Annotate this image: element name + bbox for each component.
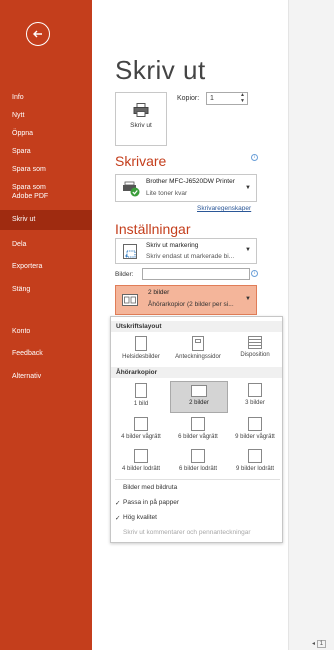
sidebar-item-share[interactable]: Dela [0, 240, 92, 249]
option-2-slides[interactable]: 2 bilder [170, 381, 228, 413]
option-9-slides-vertical[interactable]: 9 bilder lodrätt [227, 447, 283, 477]
divider [115, 479, 280, 480]
option-label: 2 bilder [189, 400, 209, 406]
six-slides-horizontal-icon [191, 417, 205, 431]
info-icon[interactable]: i [251, 270, 258, 277]
four-slides-vertical-icon [134, 449, 148, 463]
notes-page-icon [192, 336, 204, 351]
print-button[interactable]: Skriv ut [115, 92, 167, 146]
option-full-page-slides[interactable]: Helsidesbilder [113, 336, 169, 366]
layout-header: Utskriftslayout [111, 321, 282, 332]
print-button-label: Skriv ut [130, 122, 152, 129]
layout-dropdown[interactable]: 2 bilder Åhörarkopior (2 bilder per si..… [115, 285, 257, 315]
checkmark-icon: ✓ [115, 515, 121, 522]
option-label: Passa in på papper [123, 499, 180, 506]
option-9-slides-horizontal[interactable]: 9 bilder vågrätt [227, 415, 283, 445]
printer-ready-icon [123, 181, 140, 197]
outline-icon [248, 336, 262, 349]
option-label: 4 bilder vågrätt [121, 434, 161, 440]
option-label: Skriv ut kommentarer och pennanteckninga… [123, 529, 251, 536]
option-6-slides-vertical[interactable]: 6 bilder lodrätt [169, 447, 227, 477]
sidebar-item-info[interactable]: Info [0, 93, 92, 102]
option-notes-pages[interactable]: Anteckningssidor [169, 336, 227, 366]
printer-icon [133, 103, 149, 117]
four-slides-horizontal-icon [134, 417, 148, 431]
chevron-down-icon: ▼ [245, 185, 251, 191]
range-desc: Skriv endast ut markerade bi... [146, 253, 235, 260]
option-label: 1 bild [133, 401, 149, 407]
copies-stepper[interactable]: 1 ▲ ▼ [206, 92, 248, 105]
sidebar-item-open[interactable]: Öppna [0, 129, 92, 138]
layout-title: 2 bilder [148, 289, 170, 296]
option-print-comments: Skriv ut kommentarer och pennanteckninga… [123, 529, 251, 536]
option-label: Bilder med bildruta [123, 484, 178, 491]
range-title: Skriv ut markering [146, 242, 199, 249]
option-label: Disposition [240, 352, 270, 358]
sidebar-item-save-as-pdf[interactable]: Spara som Adobe PDF [0, 183, 92, 201]
option-6-slides-horizontal[interactable]: 6 bilder vågrätt [169, 415, 227, 445]
option-label: 3 bilder [245, 400, 265, 406]
option-label: 4 bilder lodrätt [121, 466, 161, 472]
nine-slides-horizontal-icon [248, 417, 262, 431]
option-3-slides[interactable]: 3 bilder [227, 381, 283, 411]
layout-desc: Åhörarkopior (2 bilder per si... [148, 301, 234, 308]
printer-dropdown[interactable]: Brother MFC-J6520DW Printer Lite toner k… [115, 174, 257, 202]
page-number-input[interactable]: 1 [316, 640, 327, 648]
checkmark-icon: ✓ [115, 500, 121, 507]
option-1-slide[interactable]: 1 bild [113, 381, 169, 411]
sidebar-item-options[interactable]: Alternativ [0, 372, 92, 381]
page-title: Skriv ut [115, 55, 206, 85]
chevron-down-icon: ▼ [245, 247, 251, 253]
print-range-dropdown[interactable]: Skriv ut markering Skriv endast ut marke… [115, 238, 257, 264]
full-page-slide-icon [135, 336, 147, 351]
two-slides-icon [191, 385, 207, 397]
backstage-sidebar: Info Nytt Öppna Spara Spara som Spara so… [0, 0, 92, 650]
option-scale-to-paper[interactable]: ✓ Passa in på papper [115, 499, 180, 507]
printer-section-title: Skrivare [115, 153, 167, 169]
sidebar-item-close[interactable]: Stäng [0, 285, 92, 294]
option-label: 6 bilder vågrätt [178, 434, 218, 440]
two-slides-icon [122, 294, 138, 306]
one-slide-icon [135, 383, 147, 398]
sidebar-item-account[interactable]: Konto [0, 327, 92, 336]
handouts-header: Åhörarkopior [111, 367, 282, 378]
three-slides-icon [248, 383, 262, 397]
printer-status: Lite toner kvar [146, 190, 188, 197]
option-label: Hög kvalitet [123, 514, 157, 521]
option-frame-slides[interactable]: Bilder med bildruta [123, 484, 177, 491]
option-high-quality[interactable]: ✓ Hög kvalitet [115, 514, 157, 522]
printer-name: Brother MFC-J6520DW Printer [146, 178, 235, 185]
sidebar-item-export[interactable]: Exportera [0, 262, 92, 271]
sidebar-item-feedback[interactable]: Feedback [0, 349, 92, 358]
option-outline[interactable]: Disposition [227, 336, 283, 366]
sidebar-item-new[interactable]: Nytt [0, 111, 92, 120]
option-label: 9 bilder vågrätt [235, 434, 275, 440]
spin-arrows-icon[interactable]: ▲ ▼ [240, 92, 245, 104]
option-label: Anteckningssidor [175, 354, 221, 360]
print-preview-area [288, 0, 334, 650]
sidebar-item-save[interactable]: Spara [0, 147, 92, 156]
six-slides-vertical-icon [191, 449, 205, 463]
printer-properties-link[interactable]: Skrivaregenskaper [197, 205, 251, 212]
option-label: 9 bilder lodrätt [235, 466, 275, 472]
selection-page-icon [123, 244, 137, 259]
previous-page-icon[interactable]: ◂ [312, 641, 315, 647]
layout-popup: Utskriftslayout Helsidesbilder Antecknin… [110, 316, 283, 543]
option-label: Helsidesbilder [122, 354, 160, 360]
option-label: 6 bilder lodrätt [178, 466, 218, 472]
option-4-slides-horizontal[interactable]: 4 bilder vågrätt [113, 415, 169, 445]
copies-value: 1 [210, 95, 214, 102]
pages-label: Bilder: [115, 271, 134, 278]
settings-section-title: Inställningar [115, 221, 191, 237]
sidebar-item-save-as[interactable]: Spara som [0, 165, 92, 174]
chevron-down-icon: ▼ [245, 296, 251, 302]
copies-label: Kopior: [177, 95, 200, 102]
option-4-slides-vertical[interactable]: 4 bilder lodrätt [113, 447, 169, 477]
sidebar-item-print[interactable]: Skriv ut [0, 210, 92, 230]
page-navigation: ◂ 1 [312, 640, 327, 648]
pages-input[interactable] [142, 268, 250, 280]
back-arrow-icon[interactable] [26, 22, 50, 46]
nine-slides-vertical-icon [248, 449, 262, 463]
info-icon[interactable]: i [251, 154, 258, 161]
